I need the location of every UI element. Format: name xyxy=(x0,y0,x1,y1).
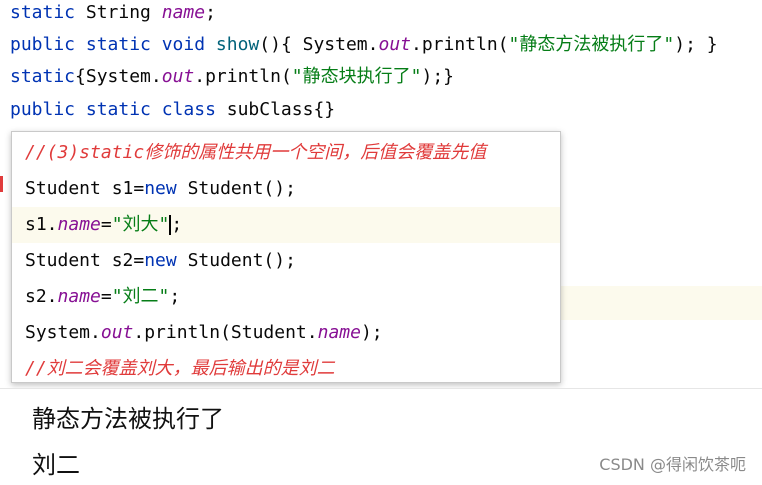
code-text: ); } xyxy=(674,34,718,55)
output-line-2: 刘二 xyxy=(32,451,80,479)
code-line-3: static{System.out.println("静态块执行了");} xyxy=(0,61,762,93)
popup-line-2-current[interactable]: s1.name="刘大"; xyxy=(12,207,560,243)
code-line-1: static String name; xyxy=(0,0,762,29)
out-field: out xyxy=(378,34,411,55)
string-literal: "刘大" xyxy=(111,214,170,235)
comment-line: //刘二会覆盖刘大，最后输出的是刘二 xyxy=(12,351,560,382)
console-output: 静态方法被执行了 刘二 CSDN @得闲饮茶呃 xyxy=(0,388,762,485)
field-name: name xyxy=(317,322,361,343)
string-literal: "刘二" xyxy=(111,286,170,307)
type-name: String xyxy=(75,2,162,23)
code-text: .println(Student. xyxy=(133,322,318,343)
keyword: public static class xyxy=(10,99,216,120)
code-text: ; xyxy=(169,286,181,307)
popup-line-4: s2.name="刘二"; xyxy=(12,279,560,315)
comment-text: //刘二会覆盖刘大，最后输出的是刘二 xyxy=(25,358,335,379)
watermark: CSDN @得闲饮茶呃 xyxy=(599,455,746,474)
code-text: ); xyxy=(360,322,383,343)
code-text: {System. xyxy=(75,66,162,87)
popup-line-1: Student s1=new Student(); xyxy=(12,171,560,207)
out-field: out xyxy=(100,322,134,343)
code-text: System. xyxy=(25,322,101,343)
field-name: name xyxy=(57,286,101,307)
background-line-highlight xyxy=(561,286,762,320)
code-text: s2. xyxy=(25,286,58,307)
punct: ; xyxy=(205,2,216,23)
code-text: Student(); xyxy=(176,250,296,271)
code-text: (){ System. xyxy=(259,34,379,55)
out-field: out xyxy=(161,66,195,87)
keyword: static xyxy=(10,2,76,23)
code-text: );} xyxy=(421,66,454,87)
field-name: name xyxy=(57,214,101,235)
code-text: subClass{} xyxy=(215,99,336,120)
comment-line: //(3)static修饰的属性共用一个空间，后值会覆盖先值 xyxy=(12,135,560,171)
output-line-1: 静态方法被执行了 xyxy=(32,405,224,433)
code-text: = xyxy=(100,286,112,307)
code-text: ; xyxy=(171,214,183,235)
comment-text: //(3)static修饰的属性共用一个空间，后值会覆盖先值 xyxy=(25,142,487,163)
code-line-2: public static void show(){ System.out.pr… xyxy=(0,29,762,61)
code-text: .println( xyxy=(194,66,292,87)
keyword: new xyxy=(144,178,177,199)
code-line-4: public static class subClass{} xyxy=(0,94,762,126)
error-marker xyxy=(0,176,3,192)
code-text: s1. xyxy=(25,214,58,235)
code-text: Student s1= xyxy=(25,178,145,199)
popup-line-3: Student s2=new Student(); xyxy=(12,243,560,279)
code-popup: //(3)static修饰的属性共用一个空间，后值会覆盖先值 Student s… xyxy=(11,131,561,383)
string-literal: "静态块执行了" xyxy=(291,66,422,87)
code-text: Student(); xyxy=(176,178,296,199)
field-name: name xyxy=(161,2,206,23)
method-name: show xyxy=(205,34,260,55)
keyword: public static void xyxy=(10,34,206,55)
popup-line-5: System.out.println(Student.name); xyxy=(12,315,560,351)
keyword: static xyxy=(10,66,76,87)
string-literal: "静态方法被执行了" xyxy=(508,34,675,55)
keyword: new xyxy=(144,250,177,271)
code-text: Student s2= xyxy=(25,250,145,271)
code-text: = xyxy=(100,214,112,235)
code-text: .println( xyxy=(411,34,509,55)
